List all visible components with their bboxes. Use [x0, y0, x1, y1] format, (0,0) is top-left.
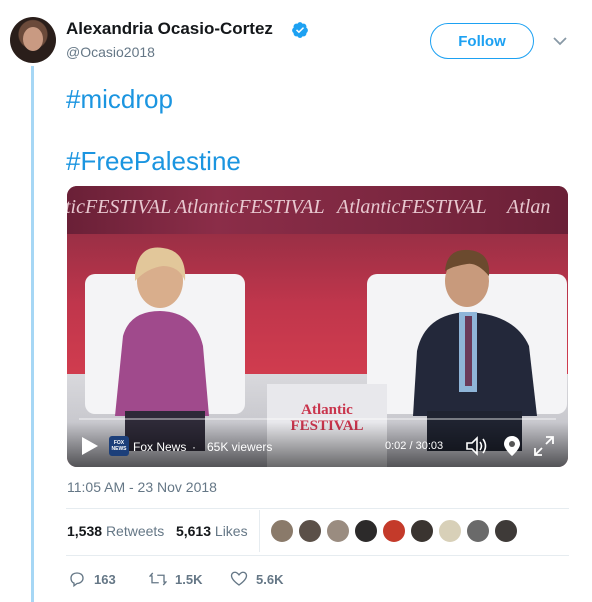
retweet-count: 1.5K [175, 571, 203, 587]
fullscreen-icon[interactable] [533, 435, 555, 457]
liker-avatar[interactable] [326, 519, 350, 543]
video-progress-bar[interactable] [79, 418, 556, 420]
retweet-icon [149, 572, 167, 586]
like-action[interactable]: 5.6K [230, 570, 283, 588]
reply-icon [70, 572, 84, 588]
video-player[interactable]: ticFESTIVAL AtlanticFESTIVAL AtlanticFES… [67, 186, 568, 467]
liker-avatar[interactable] [466, 519, 490, 543]
retweet-action[interactable]: 1.5K [149, 570, 202, 588]
stats-separator [259, 510, 260, 552]
heart-icon [230, 571, 248, 586]
video-separator: · [192, 440, 196, 454]
reply-action[interactable]: 163 [68, 570, 116, 588]
hashtag-micdrop[interactable]: #micdrop [66, 84, 173, 115]
engagement-stats: 1,538 Retweets 5,613 Likes [67, 523, 248, 539]
liker-avatar[interactable] [354, 519, 378, 543]
hashtag-freepalestine[interactable]: #FreePalestine [66, 146, 241, 177]
banner-text: Atlan [507, 196, 551, 218]
location-pin-icon[interactable] [503, 435, 521, 457]
volume-icon[interactable] [465, 435, 489, 457]
banner-text: AtlanticFESTIVAL [175, 196, 325, 218]
banner-text: AtlanticFESTIVAL [337, 196, 487, 218]
avatar[interactable] [10, 17, 56, 63]
liker-avatar[interactable] [438, 519, 462, 543]
like-count: 5.6K [256, 571, 284, 587]
chevron-down-icon[interactable] [553, 36, 567, 46]
author-name[interactable]: Alexandria Ocasio-Cortez [66, 19, 273, 39]
banner-text: ticFESTIVAL [67, 196, 172, 218]
tweet-timestamp[interactable]: 11:05 AM - 23 Nov 2018 [67, 479, 217, 495]
liker-avatar[interactable] [382, 519, 406, 543]
verified-badge-icon [292, 22, 308, 38]
retweets-count[interactable]: 1,538 [67, 523, 102, 539]
divider [66, 555, 569, 556]
liker-avatars [270, 519, 518, 543]
play-icon[interactable] [81, 436, 99, 456]
author-handle[interactable]: @Ocasio2018 [66, 44, 155, 60]
divider [66, 508, 569, 509]
liker-avatar[interactable] [270, 519, 294, 543]
video-viewers: 65K viewers [207, 440, 273, 454]
video-source: Fox News [133, 440, 187, 454]
liker-avatar[interactable] [298, 519, 322, 543]
retweets-label[interactable]: Retweets [106, 523, 164, 539]
video-time: 0:02 / 30:03 [385, 440, 444, 452]
follow-button[interactable]: Follow [430, 23, 534, 59]
liker-avatar[interactable] [410, 519, 434, 543]
fox-news-logo-icon: FOX NEWS [109, 436, 129, 456]
liker-avatar[interactable] [494, 519, 518, 543]
reply-count: 163 [94, 571, 116, 587]
likes-count[interactable]: 5,613 [176, 523, 211, 539]
fox-news-logo-text: FOX NEWS [111, 440, 127, 452]
thread-line [31, 66, 34, 602]
likes-label[interactable]: Likes [215, 523, 248, 539]
